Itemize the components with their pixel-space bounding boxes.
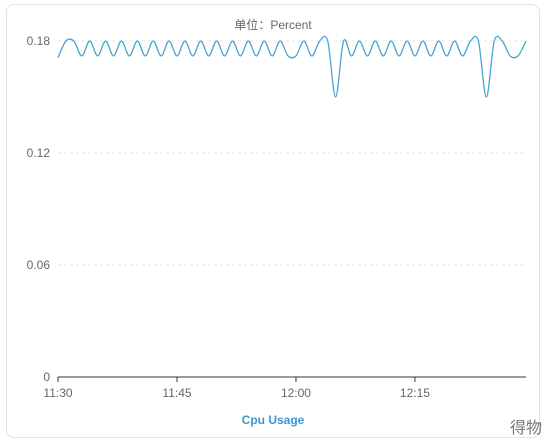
data-point[interactable] — [150, 38, 156, 44]
data-point[interactable] — [71, 38, 77, 44]
data-point[interactable] — [436, 38, 442, 44]
data-point[interactable] — [230, 38, 236, 44]
data-point[interactable] — [333, 94, 339, 100]
data-point[interactable] — [237, 53, 243, 59]
data-point[interactable] — [309, 53, 315, 59]
x-tick-label: 12:00 — [281, 386, 311, 400]
data-point[interactable] — [452, 38, 458, 44]
data-point[interactable] — [460, 53, 466, 59]
data-point[interactable] — [499, 38, 505, 44]
data-point[interactable] — [182, 38, 188, 44]
data-point[interactable] — [380, 53, 386, 59]
data-point[interactable] — [261, 38, 267, 44]
y-tick-labels: 0 0.06 0.12 0.18 — [27, 34, 51, 384]
data-point[interactable] — [166, 38, 172, 44]
data-point[interactable] — [404, 38, 410, 44]
data-point[interactable] — [483, 94, 489, 100]
data-point[interactable] — [198, 38, 204, 44]
data-point[interactable] — [174, 53, 180, 59]
data-point[interactable] — [245, 38, 251, 44]
data-point[interactable] — [118, 38, 124, 44]
data-point[interactable] — [158, 53, 164, 59]
data-point[interactable] — [269, 53, 275, 59]
y-tick-label: 0.18 — [27, 34, 51, 48]
data-point[interactable] — [420, 38, 426, 44]
data-point[interactable] — [467, 38, 473, 44]
data-point[interactable] — [523, 38, 529, 44]
data-point[interactable] — [206, 53, 212, 59]
x-tick-label: 12:15 — [400, 386, 430, 400]
data-point[interactable] — [222, 53, 228, 59]
data-point[interactable] — [103, 38, 109, 44]
data-point[interactable] — [126, 53, 132, 59]
y-tick-label: 0.12 — [27, 146, 51, 160]
y-tick-label: 0.06 — [27, 258, 51, 272]
data-point[interactable] — [491, 38, 497, 44]
data-point[interactable] — [356, 38, 362, 44]
data-point[interactable] — [301, 38, 307, 44]
data-point[interactable] — [55, 55, 61, 61]
data-point[interactable] — [341, 38, 347, 44]
watermark-logo: 得物 — [509, 420, 542, 437]
data-point[interactable] — [475, 38, 481, 44]
data-point[interactable] — [372, 38, 378, 44]
data-point[interactable] — [507, 53, 513, 59]
data-point[interactable] — [428, 53, 434, 59]
y-tick-label: 0 — [43, 370, 50, 384]
data-point[interactable] — [95, 53, 101, 59]
data-point[interactable] — [412, 53, 418, 59]
data-point[interactable] — [134, 38, 140, 44]
data-point[interactable] — [277, 38, 283, 44]
data-point[interactable] — [190, 53, 196, 59]
grid-lines — [58, 40, 526, 266]
data-point[interactable] — [87, 38, 93, 44]
data-point[interactable] — [285, 53, 291, 59]
data-point[interactable] — [111, 53, 117, 59]
x-axis: 11:30 11:45 12:00 12:15 — [43, 376, 526, 400]
data-point[interactable] — [253, 53, 259, 59]
data-point[interactable] — [396, 53, 402, 59]
series-lines — [55, 35, 529, 100]
data-point[interactable] — [63, 38, 69, 44]
x-tick-label: 11:30 — [43, 386, 72, 400]
data-point[interactable] — [364, 53, 370, 59]
data-point[interactable] — [79, 53, 85, 59]
series-line-cpu-usage[interactable] — [57, 35, 527, 98]
data-point[interactable] — [214, 38, 220, 44]
x-tick-label: 11:45 — [162, 386, 191, 400]
data-point[interactable] — [317, 38, 323, 44]
data-point[interactable] — [444, 53, 450, 59]
data-point[interactable] — [325, 38, 331, 44]
data-point[interactable] — [515, 53, 521, 59]
data-point[interactable] — [388, 38, 394, 44]
data-point[interactable] — [293, 53, 299, 59]
data-point[interactable] — [142, 53, 148, 59]
line-chart: 0 0.06 0.12 0.18 11:30 11:45 12:00 12:15 — [27, 34, 529, 400]
data-point[interactable] — [348, 53, 354, 59]
